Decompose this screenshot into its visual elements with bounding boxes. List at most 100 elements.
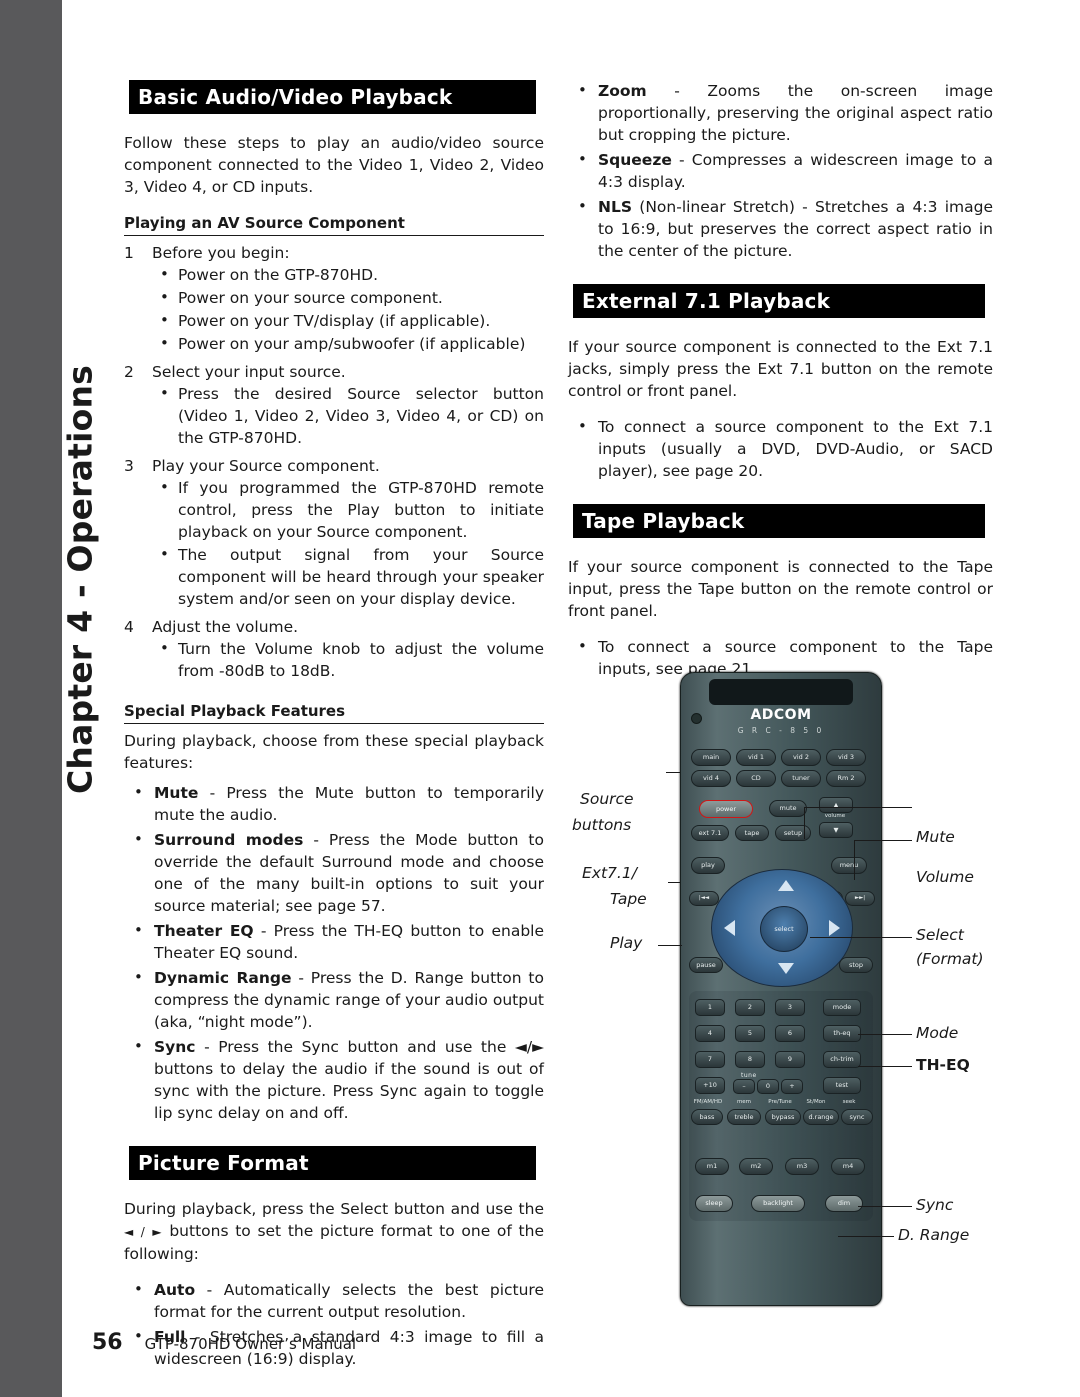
- remote-button-rm2[interactable]: Rm 2: [826, 770, 866, 787]
- step-1-number: 1: [124, 244, 134, 262]
- header-bar-right: [536, 1146, 544, 1180]
- step-2: 2 Select your input source. Press the de…: [124, 361, 544, 449]
- remote-button-prev-track[interactable]: |◄◄: [689, 891, 719, 906]
- remote-button-6[interactable]: 6: [775, 1025, 805, 1042]
- manual-title: GTP-870HD Owner’s Manual: [144, 1335, 357, 1353]
- callout-d-range: D. Range: [898, 1226, 970, 1244]
- feature-sync: Sync - Press the Sync button and use the…: [124, 1035, 544, 1124]
- remote-button-ch-trim[interactable]: ch-trim: [823, 1051, 861, 1068]
- tune-label: tune: [741, 1072, 757, 1079]
- remote-button-main[interactable]: main: [691, 749, 731, 766]
- remote-button-5[interactable]: 5: [735, 1025, 765, 1042]
- remote-button-0[interactable]: 0: [757, 1079, 779, 1094]
- remote-button-m2[interactable]: m2: [739, 1158, 773, 1175]
- picture-format-continued-list: Zoom - Zooms the on-screen image proport…: [568, 79, 993, 262]
- picture-format-intro-a: During playback, press the Select button…: [124, 1200, 544, 1218]
- remote-button-7[interactable]: 7: [695, 1051, 725, 1068]
- remote-button-1[interactable]: 1: [695, 999, 725, 1016]
- leader-line-mode: [858, 1034, 912, 1036]
- feature-term: Theater EQ: [154, 922, 254, 940]
- leader-line-source: [666, 772, 680, 774]
- dpad-right-icon[interactable]: [829, 920, 840, 936]
- remote-button-volume-up[interactable]: ▲: [819, 797, 853, 813]
- header-bar-left: [568, 504, 573, 538]
- chapter-tab-label: Chapter 4 - Operations: [60, 364, 100, 795]
- remote-button-vid1[interactable]: vid 1: [736, 749, 776, 766]
- remote-button-9[interactable]: 9: [775, 1051, 805, 1068]
- remote-button-power[interactable]: power: [699, 800, 753, 818]
- step-1: 1 Before you begin: Power on the GTP-870…: [124, 242, 544, 355]
- remote-button-tune-down[interactable]: –: [733, 1079, 755, 1094]
- remote-button-tuner[interactable]: tuner: [781, 770, 821, 787]
- step-3: 3 Play your Source component. If you pro…: [124, 455, 544, 610]
- format-term: NLS: [598, 198, 633, 216]
- remote-button-th-eq[interactable]: th-eq: [823, 1025, 861, 1042]
- dpad-up-icon[interactable]: [778, 880, 794, 891]
- step-1-text: Before you begin:: [152, 244, 290, 262]
- remote-button-plus10[interactable]: +10: [695, 1077, 725, 1094]
- remote-button-tune-up[interactable]: +: [781, 1079, 803, 1094]
- remote-button-m1[interactable]: m1: [695, 1158, 729, 1175]
- feature-term: Mute: [154, 784, 199, 802]
- step-1-bullets: Power on the GTP-870HD. Power on your so…: [152, 263, 544, 355]
- remote-button-next-track[interactable]: ►►|: [845, 891, 875, 906]
- header-bar-left: [124, 80, 129, 114]
- remote-button-ext71[interactable]: ext 7.1: [691, 825, 729, 841]
- dpad-left-icon[interactable]: [724, 920, 735, 936]
- remote-button-dim[interactable]: dim: [825, 1195, 863, 1212]
- remote-button-select[interactable]: select: [760, 906, 808, 952]
- remote-button-2[interactable]: 2: [735, 999, 765, 1016]
- remote-button-pause[interactable]: pause: [689, 957, 723, 973]
- list-item: Power on your TV/display (if applicable)…: [152, 309, 544, 332]
- remote-button-vid4[interactable]: vid 4: [691, 770, 731, 787]
- callout-source-buttons-line1: Source: [580, 790, 634, 808]
- feature-surround-modes: Surround modes - Press the Mode button t…: [124, 828, 544, 917]
- remote-control-diagram: ADCOM G R C - 8 5 0 main vid 1 vid 2 vid…: [568, 672, 998, 1312]
- remote-button-sleep[interactable]: sleep: [695, 1195, 733, 1212]
- list-item: Power on your amp/subwoofer (if applicab…: [152, 332, 544, 355]
- step-4: 4 Adjust the volume. Turn the Volume kno…: [124, 616, 544, 682]
- step-4-text: Adjust the volume.: [152, 618, 299, 636]
- remote-button-stop[interactable]: stop: [839, 957, 873, 973]
- remote-button-3[interactable]: 3: [775, 999, 805, 1016]
- remote-button-menu[interactable]: menu: [831, 857, 867, 874]
- remote-button-cd[interactable]: CD: [736, 770, 776, 787]
- remote-dpad[interactable]: select: [711, 869, 853, 987]
- section-header-tape-playback: Tape Playback: [568, 504, 993, 538]
- remote-button-mode[interactable]: mode: [823, 999, 861, 1016]
- remote-button-tape[interactable]: tape: [735, 825, 769, 841]
- remote-button-d-range[interactable]: d.range: [803, 1109, 839, 1125]
- brand-logo: ADCOM: [750, 707, 812, 723]
- remote-button-bass[interactable]: bass: [691, 1109, 723, 1125]
- remote-button-vid2[interactable]: vid 2: [781, 749, 821, 766]
- remote-button-treble[interactable]: treble: [727, 1109, 761, 1125]
- manual-page: Chapter 4 - Operations Basic Audio/Video…: [0, 0, 1080, 1397]
- remote-button-vid3[interactable]: vid 3: [826, 749, 866, 766]
- remote-body: ADCOM G R C - 8 5 0 main vid 1 vid 2 vid…: [680, 672, 882, 1306]
- dpad-down-icon[interactable]: [778, 963, 794, 974]
- leader-line-th-eq: [858, 1066, 912, 1068]
- subhead-special-playback-features: Special Playback Features: [124, 702, 544, 724]
- section-title-basic-playback: Basic Audio/Video Playback: [138, 85, 453, 109]
- leader-line-ext-tape: [668, 882, 680, 884]
- remote-button-bypass[interactable]: bypass: [765, 1109, 801, 1125]
- feature-dynamic-range: Dynamic Range - Press the D. Range butto…: [124, 966, 544, 1033]
- remote-button-setup[interactable]: setup: [775, 825, 811, 841]
- remote-button-4[interactable]: 4: [695, 1025, 725, 1042]
- remote-button-test[interactable]: test: [823, 1077, 861, 1094]
- remote-button-sync[interactable]: sync: [841, 1109, 873, 1125]
- remote-button-play[interactable]: play: [691, 857, 725, 874]
- callout-select-line1: Select: [916, 926, 964, 944]
- remote-button-volume-down[interactable]: ▼: [819, 822, 853, 838]
- format-zoom: Zoom - Zooms the on-screen image proport…: [568, 79, 993, 146]
- remote-button-backlight[interactable]: backlight: [751, 1195, 805, 1212]
- remote-button-8[interactable]: 8: [735, 1051, 765, 1068]
- remote-button-mute[interactable]: mute: [769, 800, 807, 817]
- remote-button-m4[interactable]: m4: [831, 1158, 865, 1175]
- remote-button-m3[interactable]: m3: [785, 1158, 819, 1175]
- list-item: Turn the Volume knob to adjust the volum…: [152, 637, 544, 682]
- picture-format-list: Auto - Automatically selects the best pi…: [124, 1278, 544, 1370]
- header-bar-left: [124, 1146, 129, 1180]
- format-term: Zoom: [598, 82, 647, 100]
- feature-desc: - Press the Mute button to temporarily m…: [154, 784, 544, 824]
